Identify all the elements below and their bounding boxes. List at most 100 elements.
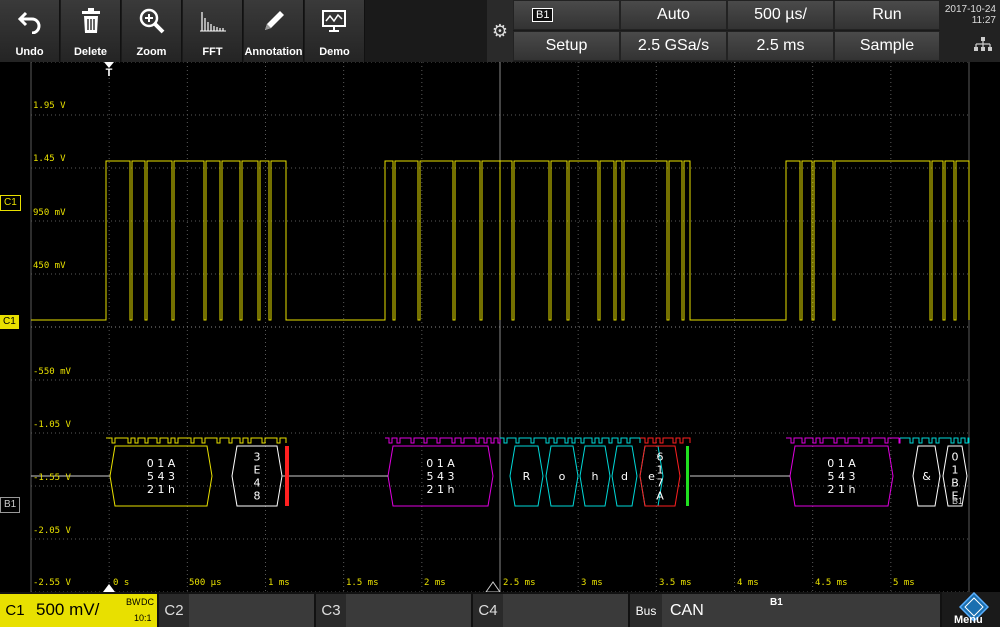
ack-marker bbox=[686, 446, 689, 506]
volt-label: 1.45 V bbox=[33, 154, 66, 164]
annotation-button[interactable]: Annotation bbox=[244, 0, 304, 62]
decode-text: E bbox=[254, 464, 261, 477]
volt-label: -1.05 V bbox=[33, 420, 71, 430]
bit-strip bbox=[786, 437, 901, 444]
decode-text: 6 bbox=[657, 451, 664, 464]
record-length-cell[interactable]: 2.5 ms bbox=[727, 31, 834, 61]
zoom-label: Zoom bbox=[136, 46, 167, 58]
c4-channel-slot[interactable]: C4 bbox=[473, 594, 628, 627]
date-text: 2017-10-24 bbox=[944, 4, 996, 15]
time-label: 5 ms bbox=[893, 578, 915, 588]
waveform-canvas: 0 1 A5 4 32 1 h3E480 1 A5 4 32 1 hR o h d e6… bbox=[30, 62, 970, 592]
c1-channel-slot[interactable]: C1 500 mV/ BW DC 10:1 bbox=[0, 594, 157, 627]
volt-label: 1.95 V bbox=[33, 101, 66, 111]
sample-rate-cell[interactable]: 2.5 GSa/s bbox=[620, 31, 727, 61]
time-label: 4.5 ms bbox=[815, 578, 848, 588]
bit-strip bbox=[106, 437, 287, 444]
settings-gear-icon[interactable]: ⚙ bbox=[487, 0, 513, 62]
c1-coupling: DC bbox=[141, 597, 154, 607]
channel-bar: C1 500 mV/ BW DC 10:1 C2 C3 C4 Bus CAN B… bbox=[0, 591, 1000, 627]
decode-text: d bbox=[621, 470, 628, 483]
error-marker bbox=[285, 446, 289, 506]
decode-text: 8 bbox=[254, 490, 261, 503]
c2-channel-slot[interactable]: C2 bbox=[159, 594, 314, 627]
decode-text: 5 4 3 bbox=[147, 470, 175, 483]
volt-label: 950 mV bbox=[33, 208, 66, 218]
time-label: 0 s bbox=[113, 578, 130, 588]
time-label: 2 ms bbox=[424, 578, 446, 588]
c3-name: C3 bbox=[316, 594, 346, 627]
c1-offset-marker[interactable]: C1 bbox=[0, 315, 19, 329]
c1-name: C1 bbox=[5, 602, 25, 619]
c1-scale: 500 mV/ bbox=[36, 600, 100, 619]
decode-text: A bbox=[656, 490, 664, 503]
c1-trace bbox=[31, 160, 970, 321]
decode-text: 3 bbox=[254, 451, 261, 464]
b1-corner-label: B1 bbox=[952, 496, 964, 506]
undo-button[interactable]: Undo bbox=[0, 0, 60, 62]
c1-probe: 10:1 bbox=[134, 613, 152, 623]
zoom-center-marker bbox=[485, 581, 501, 592]
fft-icon bbox=[183, 6, 242, 36]
decode-text: 0 bbox=[952, 451, 959, 464]
decode-text: R bbox=[523, 470, 531, 483]
bus-id: B1 bbox=[770, 597, 783, 608]
network-icon bbox=[974, 37, 992, 54]
delete-label: Delete bbox=[73, 46, 108, 58]
run-state-cell[interactable]: Run bbox=[834, 0, 940, 30]
decode-text: & bbox=[922, 470, 931, 483]
b1-offset-marker[interactable]: B1 bbox=[0, 497, 21, 513]
c4-name: C4 bbox=[473, 594, 503, 627]
decode-text: 4 bbox=[254, 477, 261, 490]
c1-waveform bbox=[31, 160, 970, 321]
timebase-cell[interactable]: 500 µs/ bbox=[727, 0, 834, 30]
fft-button[interactable]: FFT bbox=[183, 0, 243, 62]
waveform-display[interactable]: 0 1 A5 4 32 1 h3E480 1 A5 4 32 1 hRohde6… bbox=[0, 62, 1000, 592]
volt-label: 450 mV bbox=[33, 261, 66, 271]
bit-strip bbox=[385, 437, 501, 444]
decode-text: 1 bbox=[952, 464, 959, 477]
menu-button[interactable]: Menu bbox=[942, 591, 1000, 627]
acq-mode-cell[interactable]: Sample bbox=[834, 31, 940, 61]
decode-text: 2 1 h bbox=[147, 483, 175, 496]
decode-text: 5 4 3 bbox=[828, 470, 856, 483]
decode-text: h bbox=[592, 470, 599, 483]
time-label: 1 ms bbox=[268, 578, 290, 588]
bus-name: Bus bbox=[630, 594, 662, 627]
zoom-icon bbox=[122, 6, 181, 36]
decode-text: o bbox=[559, 470, 566, 483]
volt-label: -1.55 V bbox=[33, 473, 71, 483]
date-time-display: 2017-10-24 11:27 bbox=[940, 0, 1000, 62]
pencil-icon bbox=[244, 6, 303, 36]
decode-text: 0 1 A bbox=[147, 457, 176, 470]
delete-button[interactable]: Delete bbox=[61, 0, 121, 62]
trigger-source-cell[interactable]: B1 bbox=[513, 0, 620, 30]
trash-icon bbox=[61, 6, 120, 36]
volt-label: -2.05 V bbox=[33, 526, 71, 536]
volt-label: -550 mV bbox=[33, 367, 71, 377]
c1-trigger-level-marker[interactable]: C1 bbox=[0, 195, 21, 211]
volt-label: -2.55 V bbox=[33, 578, 71, 588]
time-label: 3.5 ms bbox=[659, 578, 692, 588]
zoom-button[interactable]: Zoom bbox=[122, 0, 182, 62]
c1-trigger-marker-label: C1 bbox=[4, 197, 17, 208]
c1-bw: BW bbox=[126, 597, 141, 607]
c1-offset-marker-label: C1 bbox=[3, 316, 16, 327]
decode-text: 5 4 3 bbox=[427, 470, 455, 483]
trigger-position-marker[interactable]: T bbox=[103, 62, 115, 79]
bus-slot[interactable]: Bus CAN B1 bbox=[630, 594, 940, 627]
time-text: 11:27 bbox=[971, 15, 996, 26]
c3-channel-slot[interactable]: C3 bbox=[316, 594, 471, 627]
time-label: 3 ms bbox=[581, 578, 603, 588]
decode-text: 0 1 A bbox=[426, 457, 455, 470]
undo-icon bbox=[0, 6, 59, 36]
toolbar: Undo Delete Zoom FFT Annotation Demo ⚙ B… bbox=[0, 0, 1000, 62]
demo-button[interactable]: Demo bbox=[305, 0, 365, 62]
annotation-label: Annotation bbox=[244, 46, 303, 58]
trigger-mode-cell[interactable]: Auto bbox=[620, 0, 727, 30]
setup-cell[interactable]: Setup bbox=[513, 31, 620, 61]
decode-text: 2 1 h bbox=[427, 483, 455, 496]
decode-text: e bbox=[648, 470, 655, 483]
decode-text: B bbox=[951, 477, 959, 490]
fft-label: FFT bbox=[202, 46, 223, 58]
